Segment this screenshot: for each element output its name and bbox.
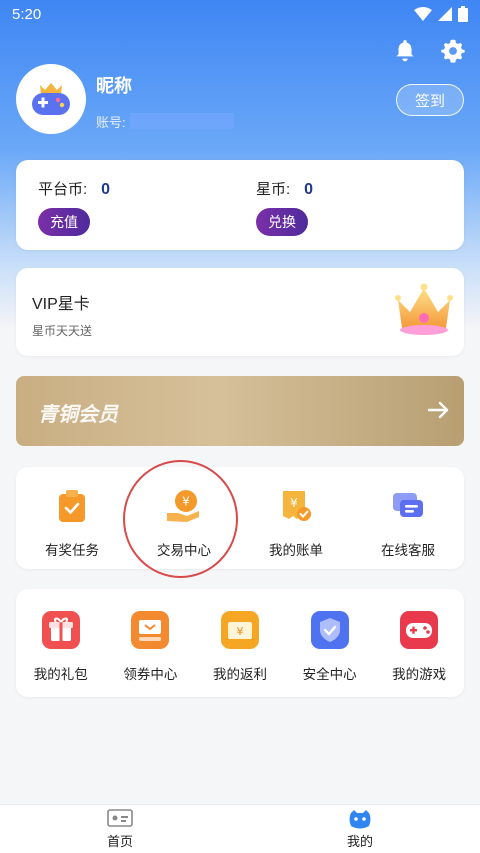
signal-icon [438,7,452,21]
platform-coin: 平台币: 0 [38,178,110,199]
bottom-nav: 首页 我的 [0,804,480,853]
service-label: 有奖任务 [45,543,99,558]
service-label: 我的账单 [269,543,323,558]
status-time: 5:20 [12,5,42,23]
tool-label: 我的返利 [212,667,267,682]
gear-icon[interactable] [440,38,466,64]
service-label: 交易中心 [157,543,211,558]
tool-my-gifts[interactable]: 我的礼包 [16,589,106,697]
game-controller-icon [32,83,70,115]
svg-text:¥: ¥ [290,496,298,510]
coins-card: 平台币: 0 星币: 0 充值 兑换 [16,160,464,250]
profile-face-icon [349,810,371,829]
tool-label: 我的游戏 [392,667,447,682]
coin-hand-icon: ¥ [165,487,203,525]
user-info: 昵称 账号: [96,68,234,131]
gift-icon [41,611,80,649]
chat-icon [389,487,427,525]
nav-mine[interactable]: 我的 [240,805,480,853]
platform-coin-value: 0 [101,181,111,198]
star-coin-value: 0 [304,181,314,198]
shield-icon [310,611,349,649]
bronze-member-banner[interactable]: 青铜会员 [16,376,464,446]
service-online-support[interactable]: 在线客服 [352,467,464,569]
recharge-button[interactable]: 充值 [38,208,90,236]
tool-my-games[interactable]: 我的游戏 [374,589,464,697]
avatar[interactable] [16,64,86,134]
service-rewarded-tasks[interactable]: 有奖任务 [16,467,128,569]
home-icon [107,809,133,827]
account-value-redacted [129,113,234,129]
vip-card[interactable]: VIP星卡 星币天天送 [16,268,464,356]
bill-icon: ¥ [277,487,315,525]
svg-text:¥: ¥ [182,495,190,509]
service-my-bill[interactable]: ¥ 我的账单 [240,467,352,569]
svg-text:¥: ¥ [236,625,243,638]
bronze-member-title: 青铜会员 [38,404,118,426]
services-grid: 有奖任务 ¥ 交易中心 ¥ 我的账单 在线客服 [16,467,464,569]
tool-coupon-center[interactable]: 领券中心 [106,589,196,697]
tools-grid: 我的礼包 领券中心 ¥ 我的返利 安全中心 我的游戏 [16,589,464,697]
signin-button[interactable]: 签到 [396,84,464,116]
star-coin: 星币: 0 [256,178,313,199]
crown-icon [395,283,453,335]
tool-label: 我的礼包 [33,667,88,682]
vip-title: VIP星卡 [32,296,90,313]
exchange-button[interactable]: 兑换 [256,208,308,236]
gamepad-icon [400,611,439,649]
coupon-icon [131,611,170,649]
bell-icon[interactable] [392,38,418,64]
header-actions [392,38,466,64]
service-trading-center[interactable]: ¥ 交易中心 [128,467,240,569]
nav-home-label: 首页 [106,834,133,849]
tool-my-rebate[interactable]: ¥ 我的返利 [195,589,285,697]
nav-mine-label: 我的 [346,834,373,849]
status-icons [414,6,468,22]
wifi-icon [414,7,432,21]
star-coin-label: 星币: [256,181,291,198]
account-row: 账号: [96,112,234,131]
nav-home[interactable]: 首页 [0,805,240,853]
battery-icon [458,6,468,22]
tool-label: 安全中心 [302,667,357,682]
platform-coin-label: 平台币: [38,181,88,198]
nickname: 昵称 [96,75,132,96]
tool-security-center[interactable]: 安全中心 [285,589,375,697]
account-label: 账号: [96,114,126,130]
profile-section: 昵称 账号: [16,64,234,134]
clipboard-check-icon [53,487,91,525]
arrow-right-icon [428,401,449,419]
service-label: 在线客服 [381,543,435,558]
vip-subtitle: 星币天天送 [32,324,93,338]
status-bar: 5:20 [0,0,480,28]
tool-label: 领券中心 [123,667,178,682]
rebate-icon: ¥ [220,611,259,649]
